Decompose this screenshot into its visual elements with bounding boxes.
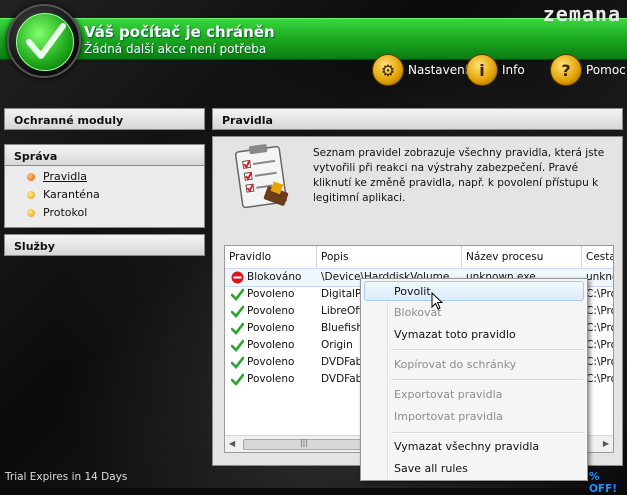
allowed-check-icon bbox=[231, 356, 244, 369]
menu-item-save-all[interactable]: Save all rules bbox=[394, 462, 468, 475]
checklist-icon bbox=[234, 144, 289, 209]
allowed-check-icon bbox=[231, 339, 244, 352]
scroll-thumb[interactable]: ||| bbox=[243, 438, 365, 450]
sidebar-item-log[interactable]: Protokol bbox=[27, 206, 87, 219]
bullet-icon bbox=[27, 172, 35, 181]
shield-logo bbox=[7, 4, 81, 78]
menu-item-delete-all[interactable]: Vymazat všechny pravidla bbox=[394, 440, 539, 453]
allowed-check-icon bbox=[231, 288, 244, 301]
menu-item-delete-rule[interactable]: Vymazat toto pravidlo bbox=[394, 328, 516, 341]
info-icon: i bbox=[466, 54, 498, 86]
management-list: Pravidla Karanténa Protokol bbox=[4, 166, 205, 228]
cell-rule: Povoleno bbox=[247, 288, 295, 300]
sidebar-item-label: Protokol bbox=[43, 206, 88, 219]
cell-path: C:\Pro bbox=[586, 322, 614, 334]
allowed-check-icon bbox=[231, 373, 244, 386]
sidebar-item-rules[interactable]: Pravidla bbox=[27, 170, 87, 183]
sidebar-management[interactable]: Správa bbox=[4, 144, 205, 166]
settings-label: Nastavení bbox=[408, 63, 469, 77]
page-title: Pravidla bbox=[212, 108, 623, 130]
checkmark-icon bbox=[16, 13, 74, 71]
cell-rule: Povoleno bbox=[247, 373, 295, 385]
column-header-description[interactable]: Popis bbox=[317, 246, 462, 268]
help-button[interactable]: ? Pomoc bbox=[550, 54, 626, 86]
protection-title: Váš počítač je chráněn bbox=[84, 23, 275, 41]
info-button[interactable]: i Info bbox=[466, 54, 525, 86]
sidebar-modules[interactable]: Ochranné moduly bbox=[4, 108, 205, 130]
cell-path: C:\Pro bbox=[586, 373, 614, 385]
menu-item-import[interactable]: Importovat pravidla bbox=[394, 410, 503, 423]
allowed-check-icon bbox=[231, 322, 244, 335]
brand-logo: zemana bbox=[542, 2, 621, 26]
rules-description: Seznam pravidel zobrazuje všechny pravid… bbox=[313, 147, 605, 204]
promo-link[interactable]: % OFF! bbox=[589, 471, 627, 495]
bullet-icon bbox=[27, 208, 35, 217]
cell-rule: Povoleno bbox=[247, 305, 295, 317]
cell-rule: Povoleno bbox=[247, 322, 295, 334]
cell-path: unkno bbox=[586, 271, 613, 283]
menu-separator bbox=[391, 349, 583, 351]
sidebar-item-quarantine[interactable]: Karanténa bbox=[27, 188, 100, 201]
menu-separator bbox=[391, 432, 583, 434]
cell-path: C:\Pro bbox=[586, 356, 614, 368]
gear-icon: ⚙ bbox=[372, 54, 404, 86]
column-header-rule[interactable]: Pravidlo bbox=[225, 246, 317, 268]
scroll-left-icon[interactable]: ◀ bbox=[229, 439, 235, 448]
trial-status: Trial Expires in 14 Days bbox=[5, 471, 128, 483]
sidebar-item-label: Karanténa bbox=[43, 188, 100, 201]
menu-item-allow[interactable]: Povolit bbox=[394, 285, 431, 298]
scroll-grip: ||| bbox=[299, 438, 309, 447]
help-label: Pomoc bbox=[586, 63, 626, 77]
mouse-cursor-icon bbox=[431, 292, 443, 310]
help-icon: ? bbox=[550, 54, 582, 86]
info-label: Info bbox=[502, 63, 525, 77]
blocked-icon bbox=[231, 271, 244, 284]
menu-separator bbox=[391, 379, 583, 381]
menu-item-copy[interactable]: Kopírovat do schránky bbox=[394, 358, 516, 371]
allowed-check-icon bbox=[231, 305, 244, 318]
scroll-right-icon[interactable]: ▶ bbox=[603, 439, 609, 448]
column-header-path[interactable]: Cesta bbox=[582, 246, 613, 268]
cell-path: C:\Pro bbox=[586, 288, 614, 300]
cell-rule: Povoleno bbox=[247, 356, 295, 368]
sidebar-item-label: Pravidla bbox=[43, 170, 88, 183]
sidebar-services[interactable]: Služby bbox=[4, 234, 205, 256]
header: Váš počítač je chráněn Žádná další akce … bbox=[0, 0, 627, 100]
table-header: Pravidlo Popis Název procesu Cesta bbox=[225, 246, 613, 269]
cell-path: C:\Pro bbox=[586, 339, 614, 351]
cell-rule: Blokováno bbox=[247, 271, 302, 283]
context-menu: Povolit Blokovat Vymazat toto pravidlo K… bbox=[360, 278, 588, 481]
bullet-icon bbox=[27, 190, 35, 199]
column-header-process[interactable]: Název procesu bbox=[462, 246, 582, 268]
menu-gutter bbox=[387, 281, 389, 478]
cell-path: C:\Pro bbox=[586, 305, 614, 317]
settings-button[interactable]: ⚙ Nastavení bbox=[372, 54, 468, 86]
menu-item-export[interactable]: Exportovat pravidla bbox=[394, 388, 502, 401]
cell-rule: Povoleno bbox=[247, 339, 295, 351]
protection-subtitle: Žádná další akce není potřeba bbox=[84, 42, 267, 56]
